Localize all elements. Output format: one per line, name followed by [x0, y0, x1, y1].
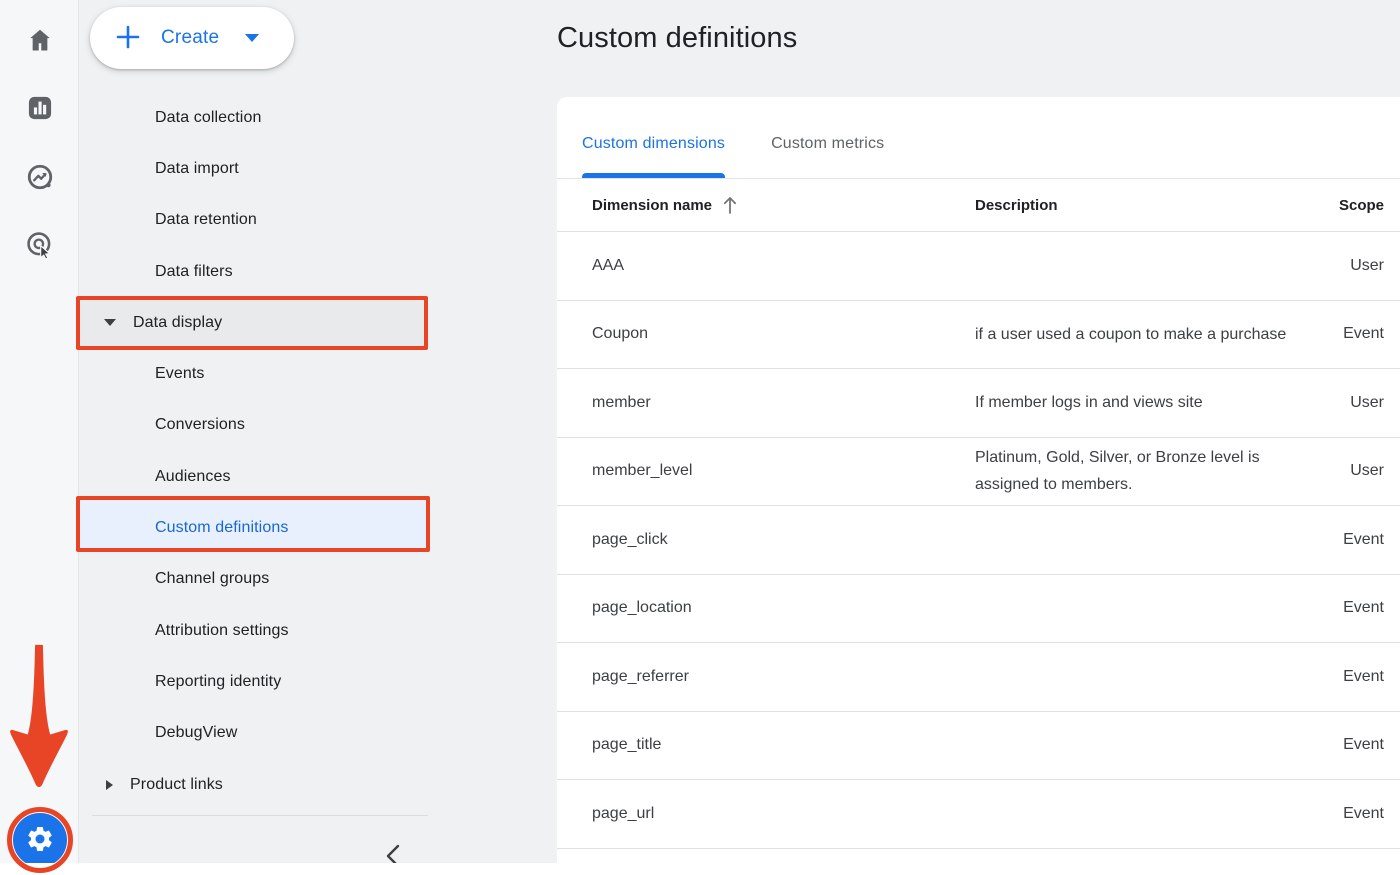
sidebar-item-conversions[interactable]: Conversions — [80, 400, 428, 451]
table-header: Dimension name Description Scope — [557, 179, 1400, 232]
sidebar-item-label: Data collection — [155, 109, 261, 127]
sidebar-item-label: Reporting identity — [155, 673, 281, 691]
scope-cell: User — [1295, 394, 1400, 412]
advertising-icon[interactable] — [26, 231, 54, 259]
sort-ascending-icon[interactable] — [722, 196, 738, 214]
scope-cell: Event — [1295, 531, 1400, 549]
rail-divider — [78, 0, 79, 863]
home-icon[interactable] — [26, 26, 54, 54]
sidebar-item-label: Attribution settings — [155, 622, 289, 640]
dimension-name-cell: member — [557, 394, 975, 412]
reports-icon[interactable] — [26, 94, 54, 122]
sidebar-item-custom-definitions[interactable]: Custom definitions — [80, 502, 428, 553]
sidebar-item-label: Data display — [133, 314, 222, 332]
table-row[interactable]: page_location Event — [557, 575, 1400, 644]
create-button-label: Create — [161, 27, 219, 49]
sidebar-item-label: Data filters — [155, 263, 233, 281]
scope-cell: Event — [1295, 736, 1400, 754]
dimension-name-cell: page_referrer — [557, 668, 975, 686]
sidebar-item-label: Conversions — [155, 416, 245, 434]
create-button[interactable]: Create — [90, 7, 294, 69]
sidebar-item-label: DebugView — [155, 724, 237, 742]
plus-icon — [115, 24, 141, 53]
sidebar-item-label: Data retention — [155, 211, 257, 229]
sidebar-item-product-links[interactable]: Product links — [80, 759, 428, 810]
dimension-name-cell: AAA — [557, 257, 975, 275]
sidebar-item-label: Data import — [155, 160, 239, 178]
description-cell: if a user used a coupon to make a purcha… — [975, 321, 1295, 348]
app-window: Create Data collection Data import Data re… — [0, 0, 1400, 875]
scope-cell: Event — [1295, 599, 1400, 617]
tab-label: Custom dimensions — [582, 135, 725, 153]
sidebar-item-label: Channel groups — [155, 570, 269, 588]
column-scope[interactable]: Scope — [1295, 197, 1400, 214]
dimension-name-cell: Coupon — [557, 325, 975, 343]
scope-cell: Event — [1295, 668, 1400, 686]
sidebar-item-label: Audiences — [155, 468, 231, 486]
dimension-name-cell: member_level — [557, 462, 975, 480]
sidebar-item-audiences[interactable]: Audiences — [80, 451, 428, 502]
chevron-down-icon — [245, 34, 259, 42]
content-card: Custom dimensions Custom metrics Dimensi… — [557, 97, 1400, 875]
table-row[interactable]: member_levelPlatinum, Gold, Silver, or B… — [557, 438, 1400, 507]
table-row[interactable]: page_click Event — [557, 506, 1400, 575]
chevron-down-icon — [104, 319, 116, 326]
tab-custom-dimensions[interactable]: Custom dimensions — [582, 97, 725, 178]
sidebar-item-data-retention[interactable]: Data retention — [80, 195, 428, 246]
active-tab-underline — [582, 173, 725, 178]
description-cell: If member logs in and views site — [975, 389, 1295, 416]
description-cell: Platinum, Gold, Silver, or Bronze level … — [975, 444, 1295, 498]
sidebar-item-label: Custom definitions — [155, 519, 288, 537]
explore-icon[interactable] — [26, 163, 54, 191]
table-row[interactable]: page_title Event — [557, 712, 1400, 781]
sidebar-item-attribution-settings[interactable]: Attribution settings — [80, 605, 428, 656]
sidebar-item-debugview[interactable]: DebugView — [80, 708, 428, 759]
sidebar-divider — [92, 815, 428, 816]
dimension-name-cell: page_click — [557, 531, 975, 549]
table-row[interactable]: AAA User — [557, 232, 1400, 301]
tab-bar: Custom dimensions Custom metrics — [557, 97, 1400, 179]
tab-custom-metrics[interactable]: Custom metrics — [771, 97, 884, 178]
column-dimension-name[interactable]: Dimension name — [592, 197, 712, 214]
tab-label: Custom metrics — [771, 135, 884, 153]
dimension-name-cell: page_location — [557, 599, 975, 617]
page-title: Custom definitions — [557, 22, 797, 55]
sidebar-item-data-display[interactable]: Data display — [80, 297, 428, 348]
bottom-strip — [0, 863, 557, 875]
sidebar-item-label: Events — [155, 365, 205, 383]
sidebar-item-channel-groups[interactable]: Channel groups — [80, 554, 428, 605]
sidebar-item-events[interactable]: Events — [80, 348, 428, 399]
table-row[interactable]: Couponif a user used a coupon to make a … — [557, 301, 1400, 370]
sidebar-item-data-filters[interactable]: Data filters — [80, 246, 428, 297]
sidebar-nav: Data collection Data import Data retention… — [80, 92, 428, 810]
scope-cell: User — [1295, 257, 1400, 275]
scope-cell: Event — [1295, 325, 1400, 343]
sidebar-item-data-collection[interactable]: Data collection — [80, 92, 428, 143]
scope-cell: User — [1295, 462, 1400, 480]
sidebar-item-label: Product links — [130, 776, 223, 794]
sidebar-item-reporting-identity[interactable]: Reporting identity — [80, 656, 428, 707]
sidebar-item-data-import[interactable]: Data import — [80, 143, 428, 194]
settings-gear-icon — [25, 824, 55, 857]
chevron-right-icon — [106, 780, 113, 790]
admin-settings-button[interactable] — [13, 813, 67, 867]
table-body: AAA User Couponif a user used a coupon to … — [557, 232, 1400, 849]
column-description[interactable]: Description — [975, 197, 1295, 214]
table-row[interactable]: page_url Event — [557, 780, 1400, 849]
dimension-name-cell: page_url — [557, 805, 975, 823]
left-icon-rail — [0, 0, 78, 863]
table-row[interactable]: page_referrer Event — [557, 643, 1400, 712]
scope-cell: Event — [1295, 805, 1400, 823]
dimension-name-cell: page_title — [557, 736, 975, 754]
table-row[interactable]: memberIf member logs in and views siteUs… — [557, 369, 1400, 438]
